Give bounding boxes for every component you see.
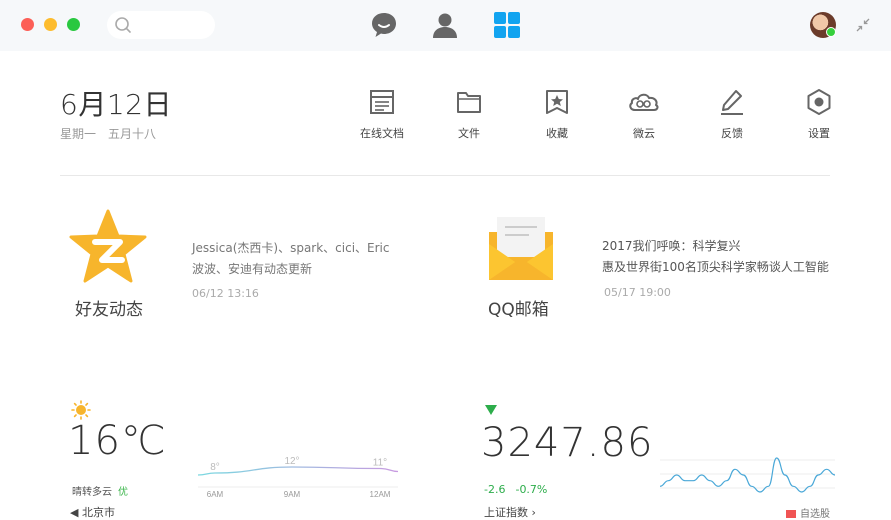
mail-title[interactable]: QQ邮箱 <box>488 295 549 320</box>
temperature-line <box>197 466 399 476</box>
tool-feedback[interactable]: 反馈 <box>702 88 762 141</box>
bookmark-icon <box>546 90 568 114</box>
tool-files[interactable]: 文件 <box>439 88 499 141</box>
tool-label: 收藏 <box>546 127 568 140</box>
stock-index-value: 3247.86 <box>481 420 654 466</box>
city-selector[interactable]: ◀ 北京市 <box>70 504 115 520</box>
legend-swatch <box>786 510 796 518</box>
mail-timestamp: 05/17 19:00 <box>604 286 671 299</box>
stock-down-arrow-icon <box>485 405 497 415</box>
temperature-chart: 6AM 8° 9AM 12° 12AM 11° <box>197 456 399 499</box>
data-label: 12° <box>284 456 299 467</box>
mail-envelope-icon[interactable] <box>486 214 556 284</box>
search-icon <box>115 17 131 33</box>
tool-label: 微云 <box>633 127 655 140</box>
air-quality: 优 <box>118 487 128 498</box>
feed-line: 波波、安迪有动态更新 <box>192 262 313 276</box>
online-status-dot <box>826 27 836 37</box>
collapse-icon[interactable] <box>855 17 871 33</box>
sun-icon <box>71 400 91 420</box>
close-window-button[interactable] <box>21 18 34 31</box>
feed-line: Jessica(杰西卡)、spark、cici、Eric <box>192 241 390 255</box>
pencil-icon <box>721 90 743 115</box>
weather-condition: 晴转多云 <box>72 487 112 498</box>
apps-icon[interactable] <box>492 10 522 40</box>
data-label: 8° <box>210 462 220 473</box>
x-tick-label: 12AM <box>370 490 391 499</box>
title-bar <box>0 0 891 51</box>
minimize-window-button[interactable] <box>44 18 57 31</box>
stock-change-percent: -0.7% <box>515 483 548 496</box>
tool-label: 文件 <box>458 127 480 140</box>
maximize-window-button[interactable] <box>67 18 80 31</box>
stock-chart <box>660 457 835 493</box>
data-label: 11° <box>373 458 387 469</box>
tool-label: 在线文档 <box>360 127 404 140</box>
tool-label: 反馈 <box>721 127 743 140</box>
folder-icon <box>457 92 481 113</box>
qzone-star-icon[interactable] <box>68 208 148 288</box>
document-icon <box>370 90 394 114</box>
stock-change: -2.6 -0.7% <box>484 483 547 496</box>
chat-icon[interactable] <box>369 10 399 40</box>
legend-label: 自选股 <box>800 509 830 520</box>
mail-line: 2017我们呼唤：科学复兴 <box>602 239 741 253</box>
date-heading: 6月12日 <box>60 88 172 121</box>
settings-icon <box>807 89 831 115</box>
stock-line <box>660 457 835 493</box>
contacts-icon[interactable] <box>430 10 460 40</box>
qzone-feed[interactable]: Jessica(杰西卡)、spark、cici、Eric 波波、安迪有动态更新 <box>192 238 422 280</box>
x-tick-label: 6AM <box>207 490 224 499</box>
mail-line: 惠及世界街100名顶尖科学家畅谈人工智能 <box>602 260 829 274</box>
x-tick-label: 9AM <box>284 490 301 499</box>
temperature: 16℃ <box>68 418 167 464</box>
stock-change-points: -2.6 <box>484 483 506 496</box>
qzone-title[interactable]: 好友动态 <box>75 295 143 320</box>
tool-label: 设置 <box>808 127 830 140</box>
mail-preview[interactable]: 2017我们呼唤：科学复兴 惠及世界街100名顶尖科学家畅谈人工智能 <box>602 236 842 278</box>
cloud-icon <box>629 93 659 111</box>
feed-timestamp: 06/12 13:16 <box>192 287 259 300</box>
search-input[interactable] <box>107 11 215 39</box>
tool-weiyun[interactable]: 微云 <box>614 88 674 141</box>
tool-settings[interactable]: 设置 <box>789 88 849 141</box>
weather-description: 晴转多云优 <box>72 483 128 498</box>
lunar-date: 星期一 五月十八 <box>60 127 157 141</box>
tool-favorites[interactable]: 收藏 <box>527 88 587 141</box>
tool-online-docs[interactable]: 在线文档 <box>352 88 412 141</box>
stock-index-name[interactable]: 上证指数 › <box>484 504 536 520</box>
section-divider <box>60 175 830 176</box>
